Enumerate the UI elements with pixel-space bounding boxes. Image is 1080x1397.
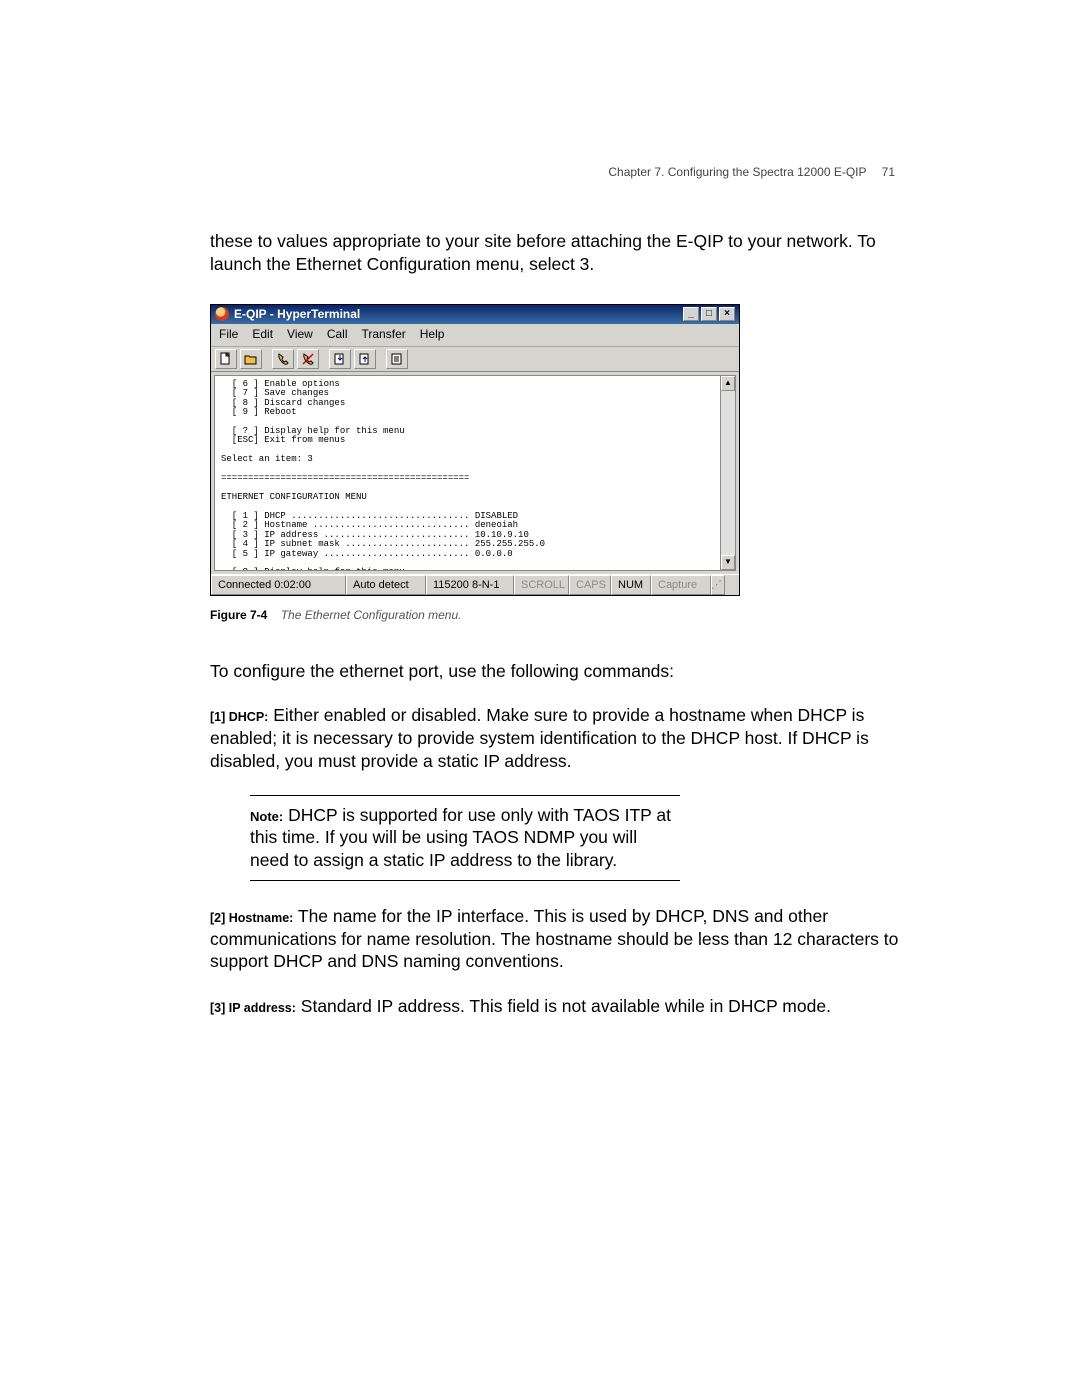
document-page: Chapter 7. Configuring the Spectra 12000…: [0, 0, 1080, 1397]
figure-caption-text: The Ethernet Configuration menu.: [281, 608, 462, 622]
scroll-up-icon[interactable]: ▲: [721, 376, 735, 391]
page-number: 71: [882, 165, 895, 179]
status-connected: Connected 0:02:00: [211, 575, 346, 595]
app-icon: [215, 307, 229, 321]
note-text: DHCP is supported for use only with TAOS…: [250, 805, 671, 871]
status-port: 115200 8-N-1: [426, 575, 514, 595]
menu-transfer[interactable]: Transfer: [362, 327, 406, 343]
scroll-down-icon[interactable]: ▼: [721, 555, 735, 570]
window-title: E-QIP - HyperTerminal: [234, 307, 683, 323]
menu-call[interactable]: Call: [327, 327, 348, 343]
terminal-output[interactable]: [ 6 ] Enable options [ 7 ] Save changes …: [214, 375, 736, 571]
window-controls: _ □ ×: [683, 307, 735, 321]
figure-caption: Figure 7-4 The Ethernet Configuration me…: [210, 608, 900, 624]
send-icon[interactable]: [329, 349, 351, 369]
close-button[interactable]: ×: [719, 307, 735, 321]
receive-icon[interactable]: [354, 349, 376, 369]
figure-label: Figure 7-4: [210, 608, 267, 622]
dhcp-paragraph: [1] DHCP: Either enabled or disabled. Ma…: [210, 704, 900, 772]
terminal-wrap: [ 6 ] Enable options [ 7 ] Save changes …: [211, 372, 739, 574]
hostname-paragraph: [2] Hostname: The name for the IP interf…: [210, 905, 900, 973]
section-intro: To configure the ethernet port, use the …: [210, 660, 900, 683]
menu-bar: File Edit View Call Transfer Help: [211, 324, 739, 347]
status-num: NUM: [611, 575, 651, 595]
new-icon[interactable]: [215, 349, 237, 369]
note-box: Note: DHCP is supported for use only wit…: [250, 795, 680, 881]
window-titlebar[interactable]: E-QIP - HyperTerminal _ □ ×: [211, 305, 739, 325]
toolbar: [211, 347, 739, 372]
status-bar: Connected 0:02:00 Auto detect 115200 8-N…: [211, 574, 739, 595]
open-icon[interactable]: [240, 349, 262, 369]
intro-paragraph: these to values appropriate to your site…: [210, 230, 900, 276]
disconnect-icon[interactable]: [297, 349, 319, 369]
dhcp-text: Either enabled or disabled. Make sure to…: [210, 705, 869, 771]
minimize-button[interactable]: _: [683, 307, 699, 321]
hostname-text: The name for the IP interface. This is u…: [210, 906, 898, 972]
note-label: Note:: [250, 809, 283, 824]
menu-edit[interactable]: Edit: [252, 327, 273, 343]
properties-icon[interactable]: [386, 349, 408, 369]
menu-view[interactable]: View: [287, 327, 313, 343]
ipaddress-paragraph: [3] IP address: Standard IP address. Thi…: [210, 995, 900, 1018]
scroll-track[interactable]: [721, 391, 735, 555]
hostname-runin: [2] Hostname:: [210, 911, 293, 925]
ipaddress-text: Standard IP address. This field is not a…: [296, 996, 831, 1016]
status-caps: CAPS: [569, 575, 611, 595]
vertical-scrollbar[interactable]: ▲ ▼: [720, 375, 736, 571]
status-scroll: SCROLL: [514, 575, 569, 595]
menu-help[interactable]: Help: [420, 327, 445, 343]
menu-file[interactable]: File: [219, 327, 238, 343]
status-capture: Capture: [651, 575, 711, 595]
maximize-button[interactable]: □: [701, 307, 717, 321]
resize-grip-icon[interactable]: ⋰: [711, 575, 725, 595]
ipaddress-runin: [3] IP address:: [210, 1001, 296, 1015]
page-header: Chapter 7. Configuring the Spectra 12000…: [608, 165, 895, 181]
dhcp-runin: [1] DHCP:: [210, 710, 268, 724]
hyperterminal-window: E-QIP - HyperTerminal _ □ × File Edit Vi…: [210, 304, 740, 596]
chapter-title: Chapter 7. Configuring the Spectra 12000…: [608, 165, 866, 179]
status-detect: Auto detect: [346, 575, 426, 595]
call-icon[interactable]: [272, 349, 294, 369]
